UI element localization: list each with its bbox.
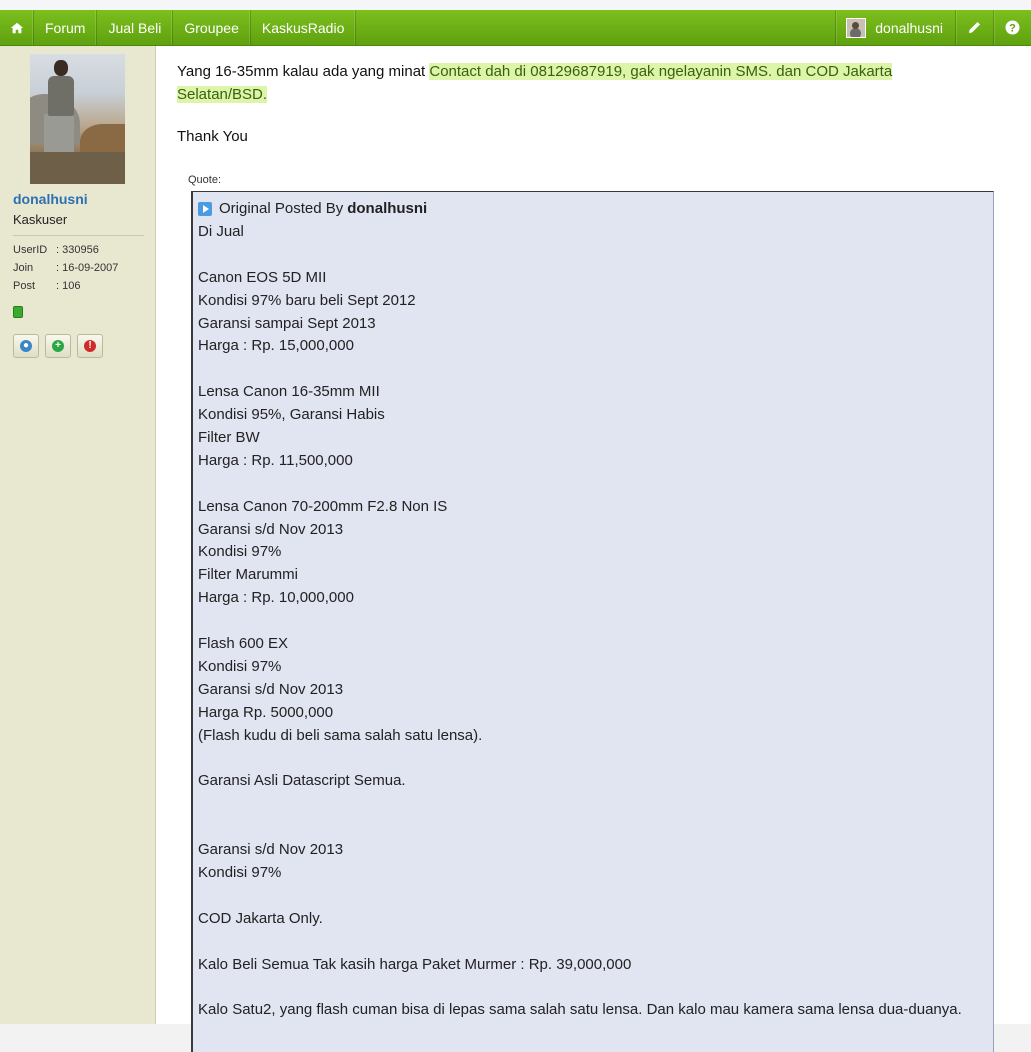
stat-post: Post: 106: [13, 280, 81, 292]
alert-icon: !: [84, 340, 96, 352]
sidebar-username[interactable]: donalhusni: [13, 191, 88, 207]
quote-blank-line: [198, 473, 988, 496]
quote-blank-line: [198, 976, 988, 999]
quote-line: Garansi s/d Nov 2013: [198, 841, 344, 859]
quote-line: COD Jakarta Only.: [198, 909, 323, 927]
quote-blank-line: [198, 358, 988, 381]
nav-jual-beli[interactable]: Jual Beli: [97, 10, 174, 45]
online-status-icon: [13, 306, 23, 318]
quote-line: Kondisi 97%: [198, 657, 282, 675]
quote-blank-line: [198, 244, 988, 267]
quote-line: Garansi s/d Nov 2013: [198, 520, 344, 538]
quote-blank-line: [198, 885, 988, 908]
quote-line: Canon EOS 5D MII: [198, 268, 327, 286]
user-sidebar: donalhusni Kaskuser UserID: 330956 Join:…: [0, 46, 156, 1024]
quote-line: Harga : Rp. 11,500,000: [198, 451, 353, 469]
view-profile-button[interactable]: ●: [13, 334, 39, 358]
quote-line: Garansi sampai Sept 2013: [198, 314, 376, 332]
edit-button[interactable]: [955, 10, 993, 45]
quote-line: Harga Rp. 5000,000: [198, 703, 334, 721]
nav-kaskusradio[interactable]: KaskusRadio: [251, 10, 357, 45]
quote-blank-line: [198, 610, 988, 633]
quote-line: (Flash kudu di beli sama salah satu lens…: [198, 726, 483, 744]
quote-line: Harga : Rp. 10,000,000: [198, 589, 354, 607]
quote-line: Lensa Canon 70-200mm F2.8 Non IS: [198, 497, 448, 515]
quote-line: Flash 600 EX: [198, 635, 289, 653]
sidebar-divider: [13, 235, 144, 236]
stat-userid: UserID: 330956: [13, 244, 99, 256]
profile-icon: ●: [20, 340, 32, 352]
user-rank: Kaskuser: [13, 212, 68, 227]
user-avatar[interactable]: [30, 54, 125, 184]
quote-blank-line: [198, 816, 988, 839]
post-intro: Yang 16-35mm kalau ada yang minat: [177, 63, 430, 80]
nav-right-group: donalhusni ?: [835, 10, 1031, 45]
quote-author: donalhusni: [347, 200, 428, 217]
post-body: Yang 16-35mm kalau ada yang minat Contac…: [177, 60, 957, 106]
pencil-icon: [969, 22, 980, 33]
quote-line: Garansi Asli Datascript Semua.: [198, 772, 406, 790]
home-button[interactable]: [0, 10, 34, 45]
report-button[interactable]: !: [77, 334, 103, 358]
quote-line: Garansi s/d Nov 2013: [198, 680, 344, 698]
quote-label: Quote:: [188, 174, 222, 186]
top-navbar: Forum Jual Beli Groupee KaskusRadio dona…: [0, 10, 1031, 46]
quote-line: Kondisi 97% baru beli Sept 2012: [198, 291, 416, 309]
quote-line: Filter BW: [198, 429, 260, 447]
quote-blank-line: [198, 793, 988, 816]
quote-line: Kondisi 97%: [198, 863, 282, 881]
quote-blank-line: [198, 931, 988, 954]
nav-avatar: [846, 17, 867, 38]
help-icon: ?: [1005, 20, 1020, 35]
quote-lines: Di Jual Canon EOS 5D MII Kondisi 97% baru …: [198, 221, 988, 1022]
quote-blank-line: [198, 747, 988, 770]
quote-prefix: Original Posted By: [219, 200, 344, 217]
svg-text:?: ?: [1009, 23, 1016, 35]
quote-line: Harga : Rp. 15,000,000: [198, 337, 354, 355]
add-friend-button[interactable]: +: [45, 334, 71, 358]
quote-line: Kondisi 95%, Garansi Habis: [198, 406, 385, 424]
nav-groupee[interactable]: Groupee: [173, 10, 251, 45]
quote-line: Kondisi 97%: [198, 543, 282, 561]
view-post-icon[interactable]: [198, 201, 212, 216]
quote-line: Kalo Satu2, yang flash cuman bisa di lep…: [198, 1001, 962, 1019]
post-content: Yang 16-35mm kalau ada yang minat Contac…: [156, 46, 1031, 1052]
nav-user-menu[interactable]: donalhusni: [835, 10, 955, 45]
home-icon: [10, 22, 24, 33]
help-button[interactable]: ?: [993, 10, 1031, 45]
quote-line: Kalo Beli Semua Tak kasih harga Paket Mu…: [198, 955, 632, 973]
quote-header: Original Posted By donalhusni: [198, 200, 427, 217]
stat-join: Join: 16-09-2007: [13, 262, 119, 274]
nav-username: donalhusni: [875, 19, 943, 36]
quote-line: Filter Marummi: [198, 566, 298, 584]
post-thanks: Thank You: [177, 128, 248, 145]
quote-line: Lensa Canon 16-35mm MII: [198, 383, 380, 401]
nav-forum[interactable]: Forum: [34, 10, 98, 45]
quote-box: Original Posted By donalhusni Di Jual Can…: [191, 191, 994, 1052]
quote-line: Di Jual: [198, 223, 244, 240]
add-icon: +: [52, 340, 64, 352]
